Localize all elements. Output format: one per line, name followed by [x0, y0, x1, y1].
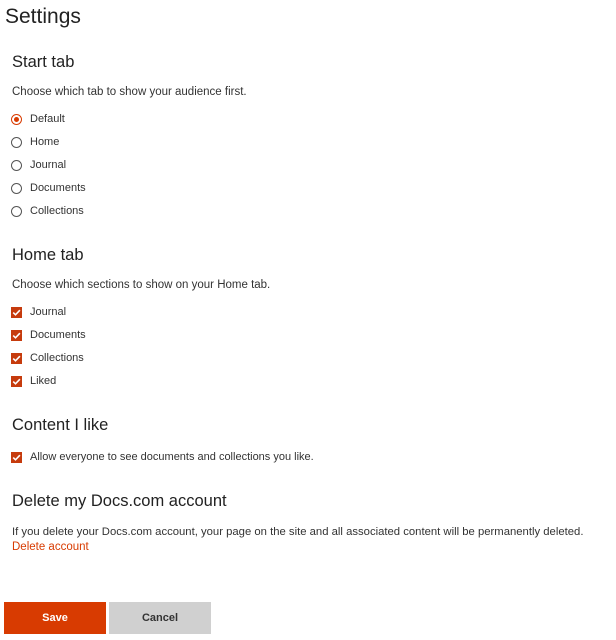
checkmark-icon: [12, 378, 21, 385]
home-tab-heading: Home tab: [12, 246, 84, 264]
checkmark-icon: [12, 332, 21, 339]
radio-label: Documents: [30, 182, 86, 194]
radio-label: Collections: [30, 205, 84, 217]
radio-button[interactable]: [11, 205, 22, 217]
radio-label: Home: [30, 136, 60, 148]
checkbox-checked[interactable]: [11, 451, 22, 463]
checkbox-label: Collections: [30, 352, 84, 364]
checkbox-option-liked[interactable]: Liked: [11, 375, 56, 387]
checkbox-option-allow-likes[interactable]: Allow everyone to see documents and coll…: [11, 451, 314, 463]
content-like-heading: Content I like: [12, 416, 109, 434]
checkmark-icon: [12, 309, 21, 316]
delete-account-description: If you delete your Docs.com account, you…: [12, 526, 584, 538]
cancel-button[interactable]: Cancel: [109, 602, 211, 634]
checkbox-checked[interactable]: [11, 329, 22, 341]
checkmark-icon: [12, 355, 21, 362]
checkbox-label: Documents: [30, 329, 86, 341]
radio-label: Default: [30, 113, 65, 125]
radio-button-selected[interactable]: [11, 113, 22, 125]
radio-option-journal[interactable]: Journal: [11, 159, 66, 171]
page-title: Settings: [5, 5, 81, 28]
checkbox-option-journal[interactable]: Journal: [11, 306, 66, 318]
radio-option-default[interactable]: Default: [11, 113, 65, 125]
checkbox-option-collections[interactable]: Collections: [11, 352, 84, 364]
save-button[interactable]: Save: [4, 602, 106, 634]
radio-button[interactable]: [11, 159, 22, 171]
checkbox-checked[interactable]: [11, 306, 22, 318]
start-tab-description: Choose which tab to show your audience f…: [12, 86, 247, 98]
start-tab-heading: Start tab: [12, 53, 75, 71]
radio-button[interactable]: [11, 182, 22, 194]
radio-option-collections[interactable]: Collections: [11, 205, 84, 217]
radio-option-home[interactable]: Home: [11, 136, 59, 148]
checkbox-checked[interactable]: [11, 352, 22, 364]
checkbox-label: Allow everyone to see documents and coll…: [30, 451, 314, 463]
checkmark-icon: [12, 454, 21, 461]
checkbox-label: Journal: [30, 306, 67, 318]
home-tab-description: Choose which sections to show on your Ho…: [12, 279, 271, 291]
checkbox-label: Liked: [30, 375, 57, 387]
delete-account-link[interactable]: Delete account: [12, 541, 89, 553]
radio-button[interactable]: [11, 136, 22, 148]
checkbox-checked[interactable]: [11, 375, 22, 387]
delete-account-heading: Delete my Docs.com account: [12, 492, 227, 510]
radio-option-documents[interactable]: Documents: [11, 182, 86, 194]
checkbox-option-documents[interactable]: Documents: [11, 329, 86, 341]
radio-label: Journal: [30, 159, 67, 171]
